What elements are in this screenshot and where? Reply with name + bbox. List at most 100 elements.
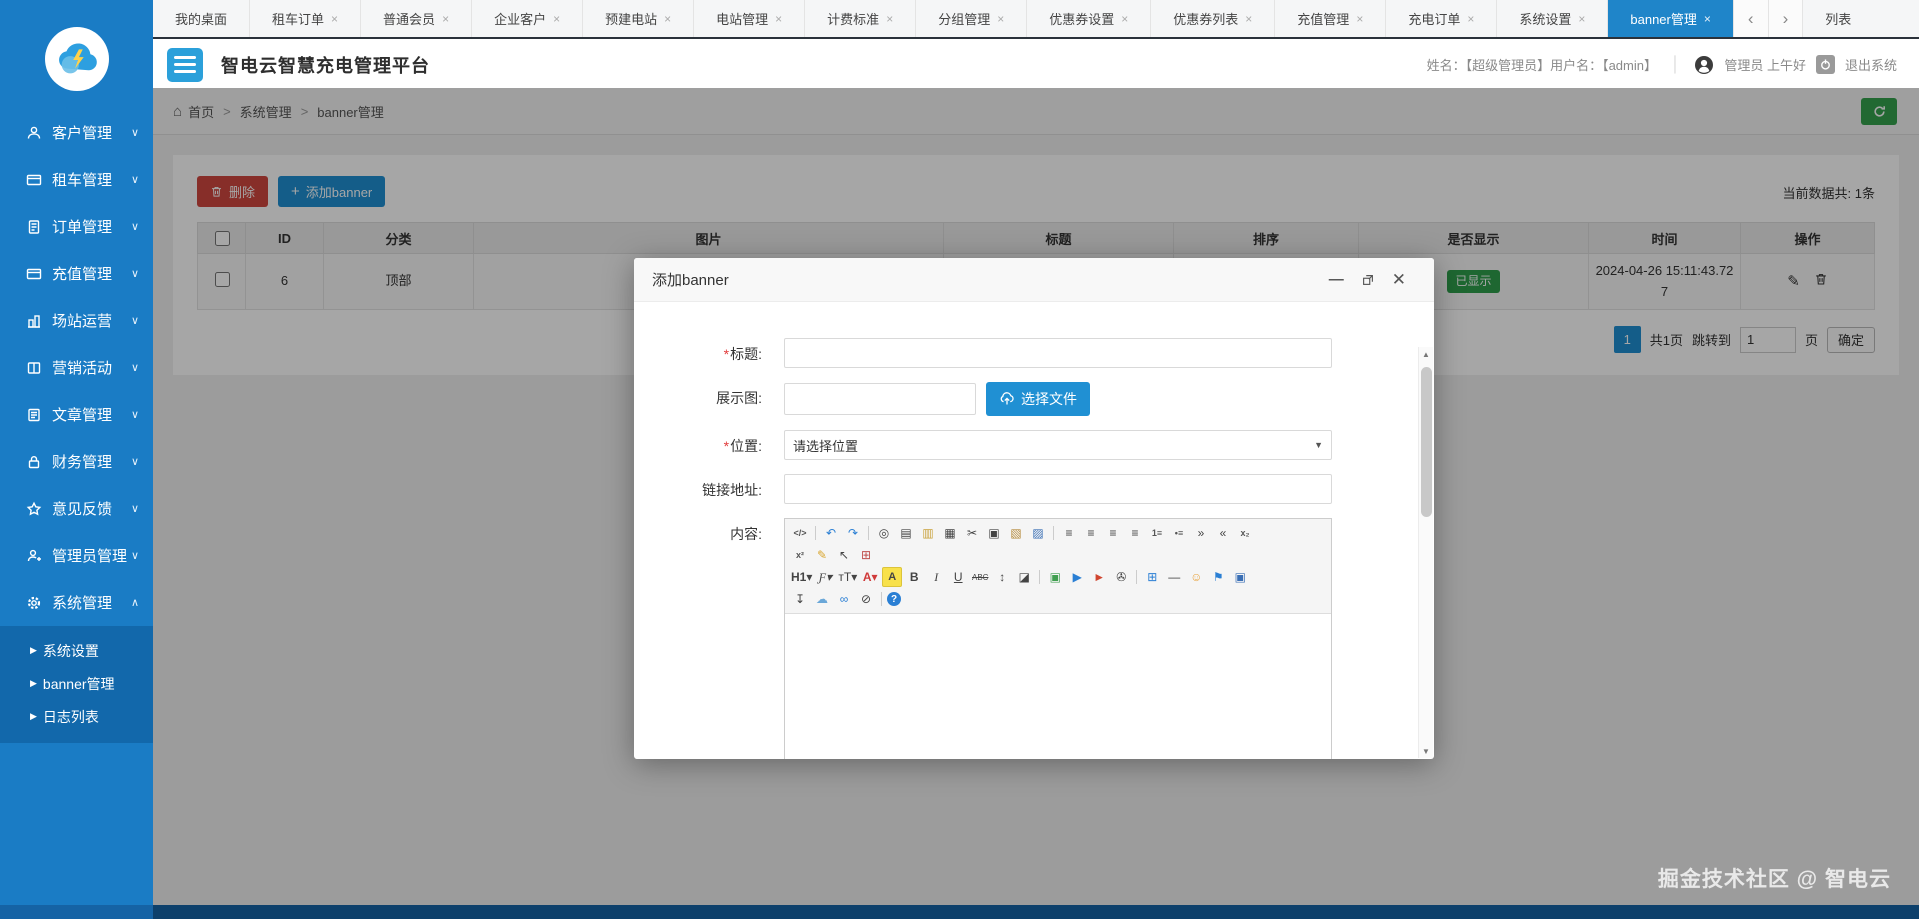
- tab-close-icon[interactable]: ×: [442, 12, 449, 26]
- paste-word-icon[interactable]: ▨: [1028, 523, 1048, 543]
- tab-close-icon[interactable]: ×: [553, 12, 560, 26]
- unlink-icon[interactable]: ⊘: [856, 589, 876, 609]
- source-icon[interactable]: </>: [790, 523, 810, 543]
- sidebar-item-意见反馈[interactable]: 意见反馈 ∨: [0, 485, 153, 532]
- tab-close-icon[interactable]: ×: [331, 12, 338, 26]
- print-icon[interactable]: ▤: [896, 523, 916, 543]
- tab-8[interactable]: 分组管理 ×: [916, 0, 1028, 37]
- maximize-icon[interactable]: [1361, 273, 1375, 287]
- tab-scroll-left-icon[interactable]: ‹: [1733, 0, 1769, 37]
- tab-14[interactable]: banner管理 ×: [1608, 0, 1734, 37]
- quick-format-icon[interactable]: ⊞: [856, 545, 876, 565]
- tab-close-icon[interactable]: ×: [886, 12, 893, 26]
- align-center-icon[interactable]: ≡: [1081, 523, 1101, 543]
- outdent-icon[interactable]: «: [1213, 523, 1233, 543]
- tab-close-icon[interactable]: ×: [1245, 12, 1252, 26]
- tab-close-icon[interactable]: ×: [1578, 12, 1585, 26]
- tab-12[interactable]: 充电订单 ×: [1386, 0, 1498, 37]
- tab-13[interactable]: 系统设置 ×: [1497, 0, 1609, 37]
- map-icon[interactable]: ⚑: [1208, 567, 1228, 587]
- preview-icon[interactable]: ◎: [874, 523, 894, 543]
- subscript-icon[interactable]: x₂: [1235, 523, 1255, 543]
- image-icon[interactable]: ▣: [1045, 567, 1065, 587]
- cut-icon[interactable]: ✂: [962, 523, 982, 543]
- code-view-icon[interactable]: ▦: [940, 523, 960, 543]
- table-icon[interactable]: ⊞: [1142, 567, 1162, 587]
- tab-2[interactable]: 租车订单 ×: [250, 0, 362, 37]
- tab-close-icon[interactable]: ×: [1704, 12, 1711, 26]
- sidebar-item-财务管理[interactable]: 财务管理 ∨: [0, 438, 153, 485]
- bold-icon[interactable]: B: [904, 567, 924, 587]
- media-image-icon[interactable]: ▣: [1230, 567, 1250, 587]
- link-url-input[interactable]: [784, 474, 1332, 504]
- redo-icon[interactable]: ↷: [843, 523, 863, 543]
- paste-icon[interactable]: ▧: [1006, 523, 1026, 543]
- banner-title-input[interactable]: [784, 338, 1332, 368]
- scroll-up-icon[interactable]: ▲: [1419, 347, 1433, 361]
- font-name-icon[interactable]: Ƒ▾: [815, 567, 835, 587]
- hr-icon[interactable]: ―: [1164, 567, 1184, 587]
- menu-toggle-button[interactable]: [167, 47, 203, 82]
- sidebar-subitem-系统设置[interactable]: ▶ 系统设置: [0, 634, 153, 667]
- undo-icon[interactable]: ↶: [821, 523, 841, 543]
- tab-4[interactable]: 企业客户 ×: [472, 0, 584, 37]
- dialog-header[interactable]: 添加banner — ✕: [634, 258, 1434, 302]
- align-justify-icon[interactable]: ≡: [1125, 523, 1145, 543]
- choose-file-button[interactable]: 选择文件: [986, 382, 1090, 416]
- remove-format-icon[interactable]: ◪: [1014, 567, 1034, 587]
- tab-5[interactable]: 预建电站 ×: [583, 0, 695, 37]
- media-icon[interactable]: ►: [1089, 567, 1109, 587]
- cloud-upload-icon[interactable]: ☁: [812, 589, 832, 609]
- fore-color-icon[interactable]: A▾: [860, 567, 880, 587]
- tab-7[interactable]: 计费标准 ×: [805, 0, 917, 37]
- tab-close-icon[interactable]: ×: [775, 12, 782, 26]
- tab-overflow[interactable]: 列表: [1803, 0, 1919, 37]
- tab-10[interactable]: 优惠券列表 ×: [1151, 0, 1276, 37]
- anchor-icon[interactable]: ↧: [790, 589, 810, 609]
- format-brush-icon[interactable]: ✎: [812, 545, 832, 565]
- tab-close-icon[interactable]: ×: [1356, 12, 1363, 26]
- position-select[interactable]: 请选择位置 ▼: [784, 430, 1332, 460]
- sidebar-item-系统管理[interactable]: 系统管理 ∧: [0, 579, 153, 626]
- sidebar-item-场站运营[interactable]: 场站运营 ∨: [0, 297, 153, 344]
- template-icon[interactable]: ▥: [918, 523, 938, 543]
- sidebar-item-充值管理[interactable]: 充值管理 ∨: [0, 250, 153, 297]
- sidebar-item-客户管理[interactable]: 客户管理 ∨: [0, 109, 153, 156]
- dialog-scrollbar[interactable]: ▲ ▼: [1418, 347, 1433, 758]
- sidebar-item-租车管理[interactable]: 租车管理 ∨: [0, 156, 153, 203]
- insert-file-icon[interactable]: ✇: [1111, 567, 1131, 587]
- sidebar-item-文章管理[interactable]: 文章管理 ∨: [0, 391, 153, 438]
- align-right-icon[interactable]: ≡: [1103, 523, 1123, 543]
- align-left-icon[interactable]: ≡: [1059, 523, 1079, 543]
- sidebar-item-订单管理[interactable]: 订单管理 ∨: [0, 203, 153, 250]
- strikethrough-icon[interactable]: ABC: [970, 567, 990, 587]
- font-size-icon[interactable]: тT▾: [837, 567, 858, 587]
- ordered-list-icon[interactable]: 1≡: [1147, 523, 1167, 543]
- tab-9[interactable]: 优惠券设置 ×: [1027, 0, 1152, 37]
- emoticons-icon[interactable]: ☺: [1186, 567, 1206, 587]
- scrollbar-thumb[interactable]: [1421, 367, 1432, 517]
- select-all-icon[interactable]: ↖: [834, 545, 854, 565]
- tab-11[interactable]: 充值管理 ×: [1275, 0, 1387, 37]
- logout-link[interactable]: 退出系统: [1845, 55, 1897, 74]
- indent-icon[interactable]: »: [1191, 523, 1211, 543]
- tab-1[interactable]: 我的桌面: [153, 0, 251, 37]
- line-height-icon[interactable]: ↕: [992, 567, 1012, 587]
- scroll-down-icon[interactable]: ▼: [1419, 744, 1433, 758]
- tab-close-icon[interactable]: ×: [1121, 12, 1128, 26]
- sidebar-subitem-banner管理[interactable]: ▶ banner管理: [0, 667, 153, 700]
- sidebar-item-营销活动[interactable]: 营销活动 ∨: [0, 344, 153, 391]
- sidebar-item-管理员管理[interactable]: 管理员管理 ∨: [0, 532, 153, 579]
- power-icon[interactable]: [1815, 55, 1835, 74]
- copy-icon[interactable]: ▣: [984, 523, 1004, 543]
- flash-icon[interactable]: ▶: [1067, 567, 1087, 587]
- heading-icon[interactable]: H1▾: [790, 567, 813, 587]
- about-icon[interactable]: ?: [887, 592, 901, 606]
- tab-close-icon[interactable]: ×: [997, 12, 1004, 26]
- hilite-color-icon[interactable]: A: [882, 567, 903, 587]
- tab-6[interactable]: 电站管理 ×: [694, 0, 806, 37]
- underline-icon[interactable]: U: [948, 567, 968, 587]
- tab-close-icon[interactable]: ×: [664, 12, 671, 26]
- editor-content-area[interactable]: [785, 614, 1331, 759]
- close-icon[interactable]: ✕: [1392, 271, 1406, 288]
